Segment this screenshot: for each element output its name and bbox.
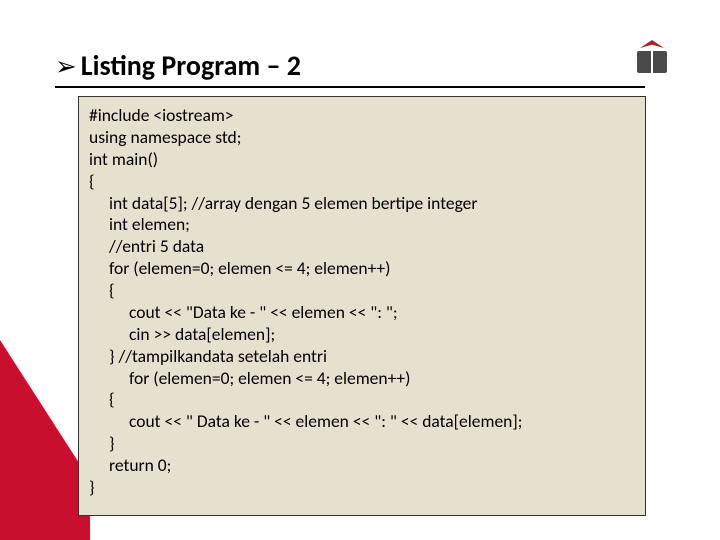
code-line: cin >> data[elemen]; (89, 324, 635, 346)
code-line: int elemen; (89, 214, 635, 236)
code-line: } (89, 477, 635, 499)
slide-header: ➢ Listing Program – 2 (55, 48, 301, 83)
code-line: for (elemen=0; elemen <= 4; elemen++) (89, 368, 635, 390)
brand-logo (632, 40, 672, 84)
code-line: using namespace std; (89, 127, 635, 149)
code-line: int main() (89, 149, 635, 171)
code-line: #include <iostream> (89, 105, 635, 127)
code-line: cout << " Data ke - " << elemen << ": " … (89, 411, 635, 433)
slide-title: Listing Program – 2 (81, 48, 301, 83)
bullet-arrow-icon: ➢ (55, 50, 77, 82)
code-line: { (89, 171, 635, 193)
code-line: } (89, 433, 635, 455)
code-line: int data[5]; //array dengan 5 elemen ber… (89, 193, 635, 215)
code-line: //entri 5 data (89, 236, 635, 258)
logo-top-icon (640, 40, 664, 48)
code-line: { (89, 389, 635, 411)
title-underline (55, 86, 645, 88)
code-line: return 0; (89, 455, 635, 477)
code-line: for (elemen=0; elemen <= 4; elemen++) (89, 258, 635, 280)
code-line: cout << "Data ke - " << elemen << ": "; (89, 302, 635, 324)
decorative-red-shape (0, 340, 90, 540)
code-listing-box: #include <iostream> using namespace std;… (78, 96, 646, 516)
code-line: { (89, 280, 635, 302)
code-line: } //tampilkandata setelah entri (89, 346, 635, 368)
logo-body-icon (632, 51, 672, 73)
